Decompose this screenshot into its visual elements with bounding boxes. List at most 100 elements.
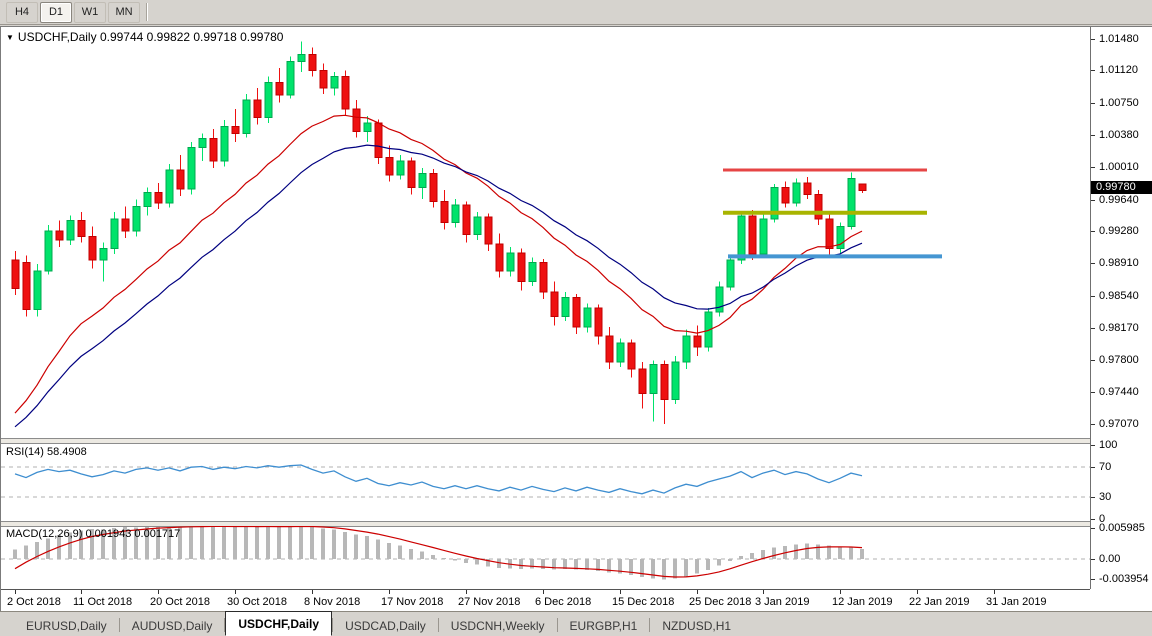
date-tick-label: 27 Nov 2018 [458, 596, 520, 608]
candle[interactable] [199, 139, 206, 148]
candle[interactable] [331, 77, 338, 88]
candle[interactable] [298, 55, 305, 62]
candle[interactable] [782, 187, 789, 203]
candle[interactable] [804, 183, 811, 194]
candle[interactable] [342, 77, 349, 109]
candle[interactable] [78, 221, 85, 237]
candle[interactable] [793, 183, 800, 203]
candle[interactable] [529, 262, 536, 281]
candle[interactable] [650, 365, 657, 394]
candle[interactable] [221, 126, 228, 161]
candle[interactable] [56, 231, 63, 240]
candle[interactable] [276, 83, 283, 95]
candle[interactable] [100, 249, 107, 260]
candle[interactable] [463, 205, 470, 235]
chart-tab-eurusd[interactable]: EURUSD,Daily [14, 616, 119, 636]
candle[interactable] [826, 219, 833, 249]
ma-slow-line[interactable] [15, 145, 862, 427]
chart-tab-nzdusd[interactable]: NZDUSD,H1 [650, 616, 743, 636]
candle[interactable] [353, 109, 360, 132]
candle[interactable] [386, 158, 393, 175]
candle[interactable] [859, 184, 866, 191]
candle[interactable] [716, 287, 723, 312]
date-axis[interactable]: 2 Oct 201811 Oct 201820 Oct 201830 Oct 2… [1, 589, 1090, 612]
candle[interactable] [760, 219, 767, 254]
candle[interactable] [628, 343, 635, 369]
axis-tick-mark [1091, 200, 1095, 201]
macd-histogram-bar [310, 527, 314, 559]
candle[interactable] [375, 123, 382, 158]
timeframe-button-h4[interactable]: H4 [6, 2, 38, 23]
candle[interactable] [177, 170, 184, 189]
candle[interactable] [254, 100, 261, 117]
candle[interactable] [683, 336, 690, 362]
candle[interactable] [584, 308, 591, 327]
candle[interactable] [661, 365, 668, 400]
timeframe-button-d1[interactable]: D1 [40, 2, 72, 23]
candle[interactable] [23, 262, 30, 309]
candle[interactable] [617, 343, 624, 362]
chart-dropdown-icon[interactable]: ▼ [6, 33, 14, 42]
candle[interactable] [815, 194, 822, 218]
candle[interactable] [155, 193, 162, 203]
candle[interactable] [452, 205, 459, 222]
candle[interactable] [573, 297, 580, 327]
candle[interactable] [364, 123, 371, 132]
rsi-canvas[interactable] [1, 443, 1090, 521]
timeframe-button-mn[interactable]: MN [108, 2, 140, 23]
candle[interactable] [672, 362, 679, 400]
candle[interactable] [749, 216, 756, 254]
price-tick-label: 0.98170 [1099, 322, 1139, 334]
candle[interactable] [419, 173, 426, 187]
chart-tab-usdcad[interactable]: USDCAD,Daily [333, 616, 438, 636]
candle[interactable] [639, 369, 646, 393]
candle[interactable] [595, 308, 602, 336]
candle[interactable] [496, 244, 503, 271]
candle[interactable] [606, 336, 613, 362]
timeframe-button-w1[interactable]: W1 [74, 2, 106, 23]
candle[interactable] [518, 253, 525, 282]
candle[interactable] [265, 83, 272, 118]
candle[interactable] [738, 216, 745, 260]
candle[interactable] [551, 292, 558, 316]
candle[interactable] [144, 193, 151, 207]
candle[interactable] [210, 139, 217, 162]
main-chart-canvas[interactable] [1, 27, 1090, 438]
candle[interactable] [727, 260, 734, 287]
date-tick-mark [312, 590, 313, 594]
candle[interactable] [441, 201, 448, 222]
candle[interactable] [188, 147, 195, 189]
candle[interactable] [89, 236, 96, 260]
candle[interactable] [287, 62, 294, 95]
candle[interactable] [309, 55, 316, 71]
candle[interactable] [12, 260, 19, 289]
candle[interactable] [122, 219, 129, 231]
candle[interactable] [45, 231, 52, 271]
candle[interactable] [848, 179, 855, 227]
chart-tab-usdcnh[interactable]: USDCNH,Weekly [439, 616, 557, 636]
macd-histogram-bar [211, 527, 215, 559]
candle[interactable] [67, 221, 74, 240]
candle[interactable] [507, 253, 514, 271]
candle[interactable] [540, 262, 547, 292]
candle[interactable] [243, 100, 250, 133]
candle[interactable] [562, 297, 569, 316]
candle[interactable] [430, 173, 437, 201]
candle[interactable] [397, 161, 404, 175]
candle[interactable] [694, 336, 701, 347]
candle[interactable] [111, 219, 118, 249]
chart-tab-eurgbp[interactable]: EURGBP,H1 [558, 616, 650, 636]
candle[interactable] [485, 217, 492, 244]
candle[interactable] [408, 161, 415, 187]
candle[interactable] [34, 271, 41, 309]
chart-tab-audusd[interactable]: AUDUSD,Daily [120, 616, 225, 636]
chart-tab-usdchf[interactable]: USDCHF,Daily [225, 611, 332, 636]
chart-window: ▼USDCHF,Daily 0.99744 0.99822 0.99718 0.… [0, 26, 1152, 612]
macd-histogram-bar [695, 559, 699, 574]
candle[interactable] [320, 70, 327, 87]
candle[interactable] [232, 126, 239, 133]
candle[interactable] [166, 170, 173, 203]
candle[interactable] [133, 207, 140, 231]
candle[interactable] [474, 217, 481, 234]
price-axis[interactable]: 1.014801.011201.007501.003801.000100.996… [1090, 27, 1152, 589]
